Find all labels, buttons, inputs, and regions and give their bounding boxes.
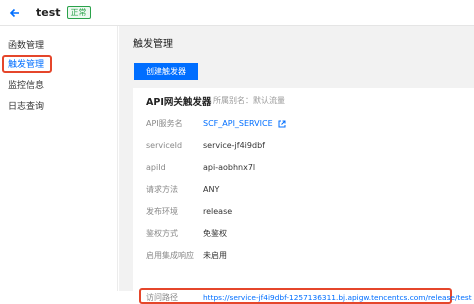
back-button[interactable] [4,2,26,24]
api-service-link[interactable]: SCF_API_SERVICE [203,119,286,129]
service-id-value: service-jf4i9dbf [203,141,265,150]
sidebar-item-triggers[interactable]: 触发管理 [8,59,44,71]
method-value: ANY [203,185,220,194]
main-content: 触发管理 创建触发器 API网关触发器 所属别名：默认流量 API服务名 SCF… [119,26,474,304]
access-path-link[interactable]: https://service-jf4i9dbf-1257136311.bj.a… [203,293,474,303]
api-id-value: api-aobhnx7l [203,163,256,172]
row-label-api-id: apiId [146,163,166,172]
row-label-environment: 发布环境 [146,207,178,216]
function-name: test [36,6,61,19]
row-label-access-path: 访问路径 [146,293,178,302]
create-trigger-button[interactable]: 创建触发器 [134,63,198,80]
row-label-integration-response: 启用集成响应 [146,251,194,260]
trigger-card: API网关触发器 所属别名：默认流量 API服务名 SCF_API_SERVIC… [133,88,474,304]
top-bar: test 正常 [0,0,474,26]
sidebar-item-logs[interactable]: 日志查询 [8,101,44,113]
row-label-method: 请求方法 [146,185,178,194]
page-title: 触发管理 [133,39,173,50]
auth-value: 免鉴权 [203,229,227,238]
row-label-service-name: API服务名 [146,119,183,128]
environment-value: release [203,207,233,216]
row-label-service-id: serviceId [146,141,183,150]
external-link-icon[interactable] [278,120,286,128]
arrow-left-icon [9,8,19,17]
trigger-alias: 所属别名：默认流量 [213,96,285,105]
integration-response-value: 未启用 [203,251,227,260]
status-badge: 正常 [66,6,91,19]
api-service-name[interactable]: SCF_API_SERVICE [203,119,273,128]
trigger-card-title: API网关触发器 [146,97,212,108]
row-label-auth: 鉴权方式 [146,229,178,238]
sidebar: 函数管理 触发管理 监控信息 日志查询 [0,26,118,291]
sidebar-item-monitoring[interactable]: 监控信息 [8,80,44,92]
sidebar-item-functions[interactable]: 函数管理 [8,40,44,52]
access-path-url[interactable]: https://service-jf4i9dbf-1257136311.bj.a… [203,293,472,302]
